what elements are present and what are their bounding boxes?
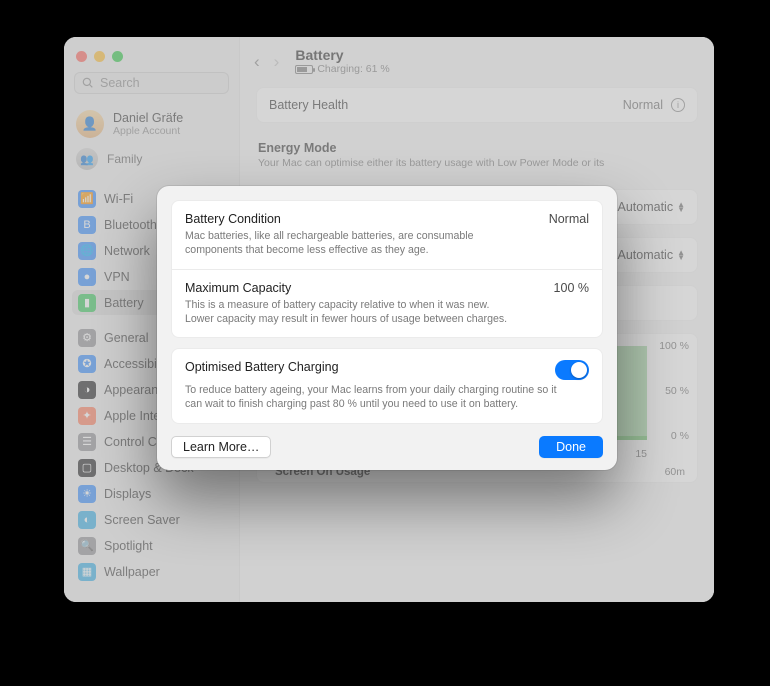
battery-health-sheet: Battery Condition Normal Mac batteries, … [157, 186, 617, 470]
done-button[interactable]: Done [539, 436, 603, 458]
optimised-charging-title: Optimised Battery Charging [185, 360, 339, 374]
battery-condition-value: Normal [549, 212, 589, 226]
battery-condition-item: Battery Condition Normal Mac batteries, … [172, 201, 602, 269]
battery-condition-title: Battery Condition [185, 212, 281, 226]
maximum-capacity-value: 100 % [554, 281, 589, 295]
battery-condition-desc: Mac batteries, like all rechargeable bat… [185, 229, 515, 258]
optimised-charging-desc: To reduce battery ageing, your Mac learn… [185, 383, 565, 412]
learn-more-button[interactable]: Learn More… [171, 436, 271, 458]
sheet-readonly-group: Battery Condition Normal Mac batteries, … [171, 200, 603, 338]
optimised-charging-toggle[interactable] [555, 360, 589, 380]
maximum-capacity-item: Maximum Capacity 100 % This is a measure… [172, 269, 602, 338]
maximum-capacity-title: Maximum Capacity [185, 281, 291, 295]
sheet-toggle-group: Optimised Battery Charging To reduce bat… [171, 348, 603, 424]
maximum-capacity-desc: This is a measure of battery capacity re… [185, 298, 515, 327]
optimised-charging-item: Optimised Battery Charging To reduce bat… [172, 349, 602, 423]
